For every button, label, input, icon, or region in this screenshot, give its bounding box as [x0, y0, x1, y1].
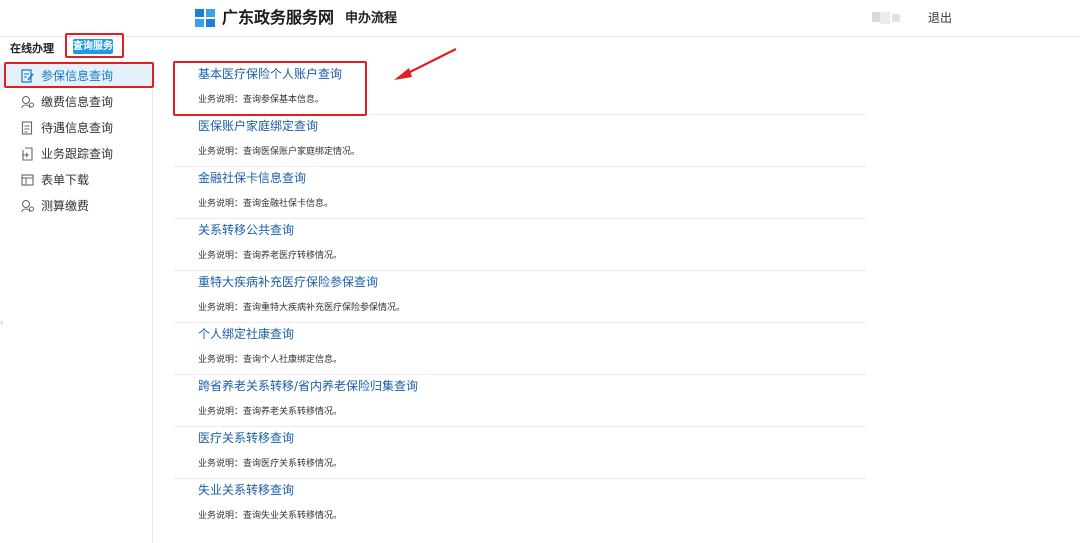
annotation-arrow-icon [394, 48, 457, 80]
list-item: 失业关系转移查询 业务说明：查询失业关系转移情况。 [174, 478, 866, 530]
service-description: 业务说明：查询养老医疗转移情况。 [198, 251, 343, 261]
list-item: 医保账户家庭绑定查询 业务说明：查询医保账户家庭绑定情况。 [174, 114, 866, 167]
sidebar-item-label: 缴费信息查询 [41, 95, 114, 109]
tab-online-handling[interactable]: 在线办理 [10, 42, 54, 56]
service-description: 业务说明：查询金融社保卡信息。 [198, 199, 334, 209]
list-item: 医疗关系转移查询 业务说明：查询医疗关系转移情况。 [174, 426, 866, 479]
logout-link[interactable]: 退出 [928, 10, 952, 26]
sidebar-item-form-download[interactable]: 表单下载 [0, 168, 152, 192]
highlight-box-query-tab [65, 33, 124, 58]
sidebar-item-label: 测算缴费 [41, 199, 90, 213]
sidebar-item-payment-calc[interactable]: 测算缴费 [0, 194, 152, 218]
list-item: 个人绑定社康查询 业务说明：查询个人社康绑定信息。 [174, 322, 866, 375]
sidebar-collapse-icon[interactable]: › [0, 318, 3, 327]
sidebar-item-label: 业务跟踪查询 [41, 147, 114, 161]
service-description: 业务说明：查询医保账户家庭绑定情况。 [198, 147, 361, 157]
service-description: 业务说明：查询养老关系转移情况。 [198, 407, 343, 417]
sidebar: 参保信息查询 缴费信息查询 待遇信息查询 业务跟踪查询 表单下载 测算缴费 [0, 62, 153, 543]
user-avatar[interactable] [870, 9, 906, 27]
list-item: 跨省养老关系转移/省内养老保险归集查询 业务说明：查询养老关系转移情况。 [174, 374, 866, 427]
list-item: 重特大疾病补充医疗保险参保查询 业务说明：查询重特大疾病补充医疗保险参保情况。 [174, 270, 866, 323]
table-icon [21, 174, 34, 186]
coin-user-icon [21, 199, 34, 213]
service-description: 业务说明：查询重特大疾病补充医疗保险参保情况。 [198, 303, 406, 313]
highlight-box-sidebar-item [4, 62, 154, 88]
highlight-box-first-service [173, 61, 367, 116]
service-link[interactable]: 跨省养老关系转移/省内养老保险归集查询 [198, 378, 418, 394]
sidebar-item-business-tracking[interactable]: 业务跟踪查询 [0, 142, 152, 166]
document-icon [21, 121, 33, 135]
service-link[interactable]: 关系转移公共查询 [198, 222, 294, 238]
sidebar-item-benefit-info[interactable]: 待遇信息查询 [0, 116, 152, 140]
list-item: 金融社保卡信息查询 业务说明：查询金融社保卡信息。 [174, 166, 866, 219]
coin-user-icon [21, 95, 34, 109]
service-link[interactable]: 失业关系转移查询 [198, 482, 294, 498]
top-header: 广东政务服务网 申办流程 退出 [0, 0, 1080, 37]
service-description: 业务说明：查询医疗关系转移情况。 [198, 459, 343, 469]
sidebar-item-payment-info[interactable]: 缴费信息查询 [0, 90, 152, 114]
service-link[interactable]: 个人绑定社康查询 [198, 326, 294, 342]
page-title: 申办流程 [345, 11, 398, 26]
service-description: 业务说明：查询失业关系转移情况。 [198, 511, 343, 521]
service-link[interactable]: 医疗关系转移查询 [198, 430, 294, 446]
service-description: 业务说明：查询个人社康绑定信息。 [198, 355, 343, 365]
track-doc-icon [22, 147, 33, 161]
service-link[interactable]: 重特大疾病补充医疗保险参保查询 [198, 274, 378, 290]
service-link[interactable]: 金融社保卡信息查询 [198, 170, 306, 186]
header-divider [330, 12, 331, 26]
list-item: 关系转移公共查询 业务说明：查询养老医疗转移情况。 [174, 218, 866, 271]
sidebar-item-label: 待遇信息查询 [41, 121, 114, 135]
service-link[interactable]: 医保账户家庭绑定查询 [198, 118, 318, 134]
gov-logo-icon [195, 9, 215, 27]
sidebar-item-label: 表单下载 [41, 173, 90, 187]
brand-name[interactable]: 广东政务服务网 [222, 8, 334, 28]
